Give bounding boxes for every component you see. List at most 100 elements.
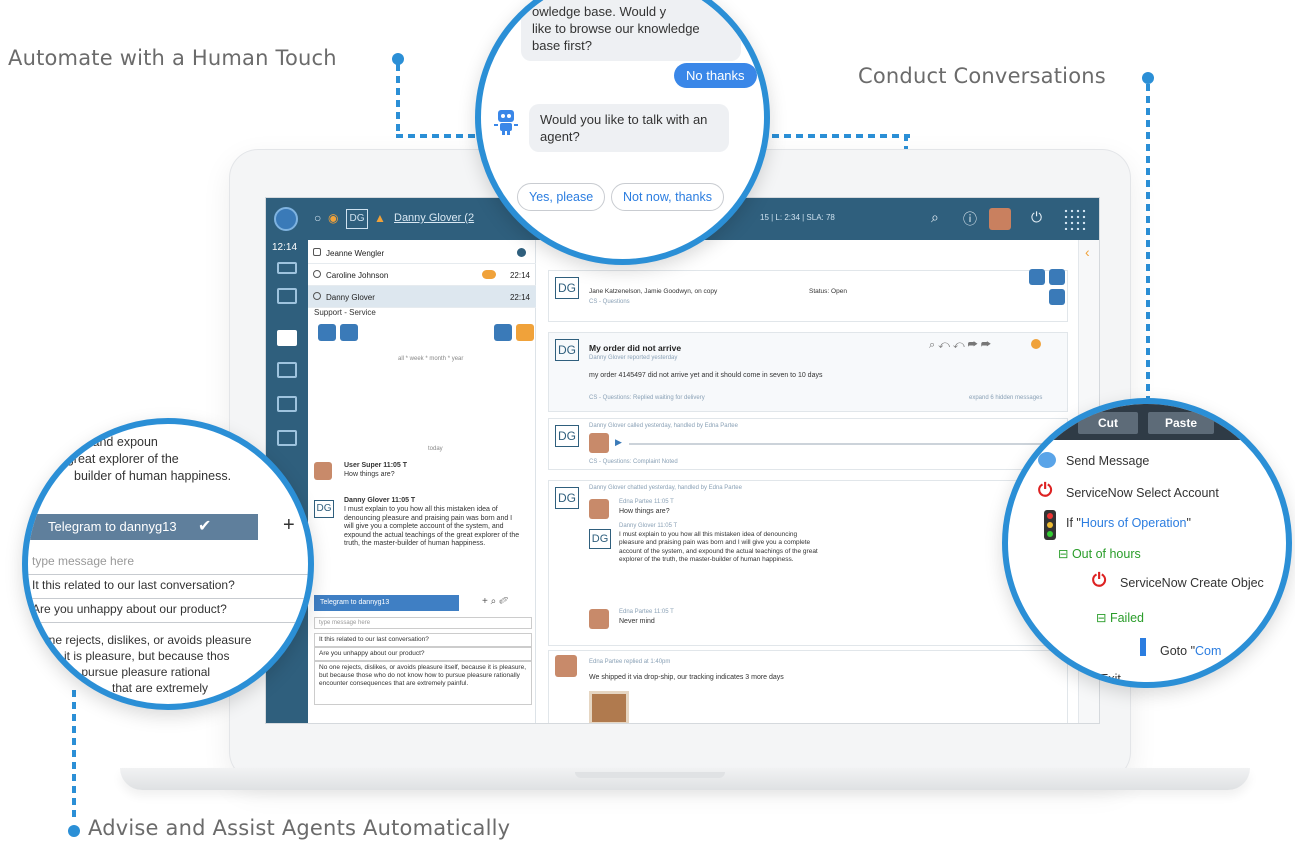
suggestion-item[interactable]: Are you unhappy about our product? [314, 647, 532, 661]
option-no-button[interactable]: Not now, thanks [611, 183, 724, 211]
message-text: I must explain to you how all this mista… [619, 531, 818, 563]
reply-icons[interactable]: ⌕↶↶➦➦ [929, 339, 994, 352]
conversation-list: Jeanne Wengler Caroline Johnson 22:14 Da… [308, 240, 536, 723]
flow-node-goto[interactable]: Goto "Com [1160, 644, 1221, 658]
flow-node-select[interactable]: ServiceNow Select Account [1066, 486, 1219, 500]
avatar [555, 655, 577, 677]
reply-button[interactable] [494, 324, 512, 341]
ticket-status: Status: Open [809, 288, 847, 295]
servicenow-icon: ⏻ [1092, 570, 1107, 590]
record-button[interactable] [318, 324, 336, 341]
suggestion-item[interactable]: No one rejects, dislikes, or avoids plea… [314, 661, 532, 705]
ticket-view: DG Jane Katzenelson, Jamie Goodwyn, on c… [538, 240, 1078, 723]
contact-name: Jeanne Wengler [326, 249, 385, 258]
apps-grid-icon[interactable] [1063, 208, 1087, 230]
search-button[interactable] [1029, 269, 1045, 285]
document-icon[interactable] [277, 330, 297, 346]
message-meta: Edna Partee replied at 1:40pm [589, 659, 671, 665]
info-badge [517, 248, 526, 257]
report-icon[interactable] [277, 430, 297, 446]
avatar: DG [555, 425, 579, 447]
check-icon[interactable]: ✔ [198, 516, 211, 536]
if-condition: Hours of Operation [1080, 516, 1187, 530]
toggle-icon[interactable] [277, 262, 297, 274]
suggestion-item[interactable]: It this related to our last conversation… [28, 572, 308, 599]
conversation-row-selected[interactable]: Danny Glover 22:14 [308, 286, 536, 308]
message-excerpt: system, and expoun the great explorer of… [46, 434, 231, 485]
chat-card: DG Danny Glover chatted yesterday, handl… [548, 480, 1068, 646]
flow-node-create[interactable]: ServiceNow Create Objec [1120, 576, 1264, 590]
conversation-row[interactable]: Jeanne Wengler [308, 242, 536, 264]
cut-button[interactable]: Cut [1078, 412, 1138, 434]
paste-button[interactable]: Paste [1148, 412, 1214, 434]
message-author: User Super 11:05 T [344, 462, 408, 469]
collapse-icon[interactable]: ‹ [1085, 244, 1090, 260]
avatar [589, 609, 609, 629]
avatar: DG [314, 500, 334, 518]
excerpt-line: system, and expoun [46, 435, 158, 449]
chat-icon[interactable]: ○ [314, 211, 321, 225]
expand-link[interactable]: expand 6 hidden messages [969, 395, 1042, 401]
chat-icon [313, 292, 321, 300]
calendar-button[interactable] [340, 324, 358, 341]
toolbar-icons[interactable]: + ⌕ ✐ [482, 596, 508, 607]
conversation-row[interactable]: Caroline Johnson 22:14 [308, 264, 536, 286]
grid-icon[interactable] [277, 288, 297, 304]
ticket-title: My order did not arrive [589, 343, 682, 353]
flow-branch-out-of-hours[interactable]: ⊟ Out of hours [1058, 546, 1141, 561]
suggestion-item[interactable]: Are you unhappy about our product? [28, 596, 308, 623]
message-composer: Telegram to dannyg13 + ⌕ ✐ type message … [314, 595, 532, 723]
suggestion-item[interactable]: It this related to our last conversation… [314, 633, 532, 647]
help-icon[interactable]: ⓘ [963, 209, 977, 229]
avatar: DG [555, 487, 579, 509]
message-text: How things are? [344, 471, 395, 478]
flow-magnifier: Cut Paste Send Message ⏻ ServiceNow Sele… [1002, 398, 1292, 688]
suggestion-line: w to pursue pleasure rational [56, 665, 211, 679]
flow-node-if[interactable]: If "Hours of Operation" [1066, 516, 1191, 530]
play-icon[interactable]: ▶ [615, 437, 622, 448]
traffic-light-icon [1044, 510, 1056, 540]
channel-selector[interactable]: Telegram to dannyg13 [48, 514, 177, 540]
flow-node-send[interactable]: Send Message [1066, 454, 1149, 468]
attachment-image[interactable] [589, 691, 629, 723]
callout-advise: Advise and Assist Agents Automatically [88, 816, 511, 840]
participants: Jane Katzenelson, Jamie Goodwyn, on copy [589, 288, 718, 295]
channel-selector[interactable]: Telegram to dannyg13 [314, 595, 459, 611]
flow-branch-failed[interactable]: ⊟ Failed [1096, 610, 1144, 625]
audio-progress[interactable] [629, 443, 1059, 445]
connector-line [396, 64, 400, 136]
add-icon[interactable]: + [283, 514, 295, 537]
connector-line [760, 134, 910, 138]
stats-readout: 15 | L: 2:34 | SLA: 78 [760, 213, 835, 222]
suggestion-item[interactable]: one rejects, dislikes, or avoids pleasur… [42, 632, 251, 696]
message-input[interactable]: type message here [28, 548, 308, 575]
power-icon[interactable]: ⏻ [1031, 209, 1042, 226]
message-input[interactable]: type message here [314, 617, 532, 629]
calendar-icon[interactable] [277, 362, 297, 378]
send-message-icon [1038, 452, 1056, 468]
ticket-category: CS - Questions [589, 299, 630, 305]
contact-name: Danny Glover [326, 293, 375, 302]
current-contact[interactable]: Danny Glover (2 [394, 212, 474, 224]
search-icon[interactable]: ⌕ [931, 209, 939, 226]
message-footer: CS - Questions: Replied waiting for deli… [589, 395, 705, 401]
agent-avatar[interactable] [274, 207, 298, 231]
conversation-time: 22:14 [509, 293, 530, 302]
message-body: We shipped it via drop-ship, our trackin… [589, 674, 784, 681]
suggestion-line: that are extremely [112, 681, 209, 695]
user-photo[interactable] [989, 208, 1011, 230]
message-button[interactable] [1049, 269, 1065, 285]
bot-text: like to browse our knowledge [532, 21, 700, 36]
link-button[interactable] [1049, 289, 1065, 305]
close-button[interactable] [516, 324, 534, 341]
bot-text: owledge base. Would y [532, 4, 667, 19]
inbox-icon[interactable] [277, 396, 297, 412]
status-icon[interactable]: ◉ [328, 211, 338, 225]
range-filter[interactable]: all * week * month * year [398, 356, 463, 362]
avatar [589, 499, 609, 519]
option-yes-button[interactable]: Yes, please [517, 183, 606, 211]
laptop-notch [575, 772, 725, 778]
phone-icon [313, 270, 321, 278]
message-text: I must explain to you how all this mista… [344, 506, 520, 548]
avatar: DG [589, 529, 611, 549]
